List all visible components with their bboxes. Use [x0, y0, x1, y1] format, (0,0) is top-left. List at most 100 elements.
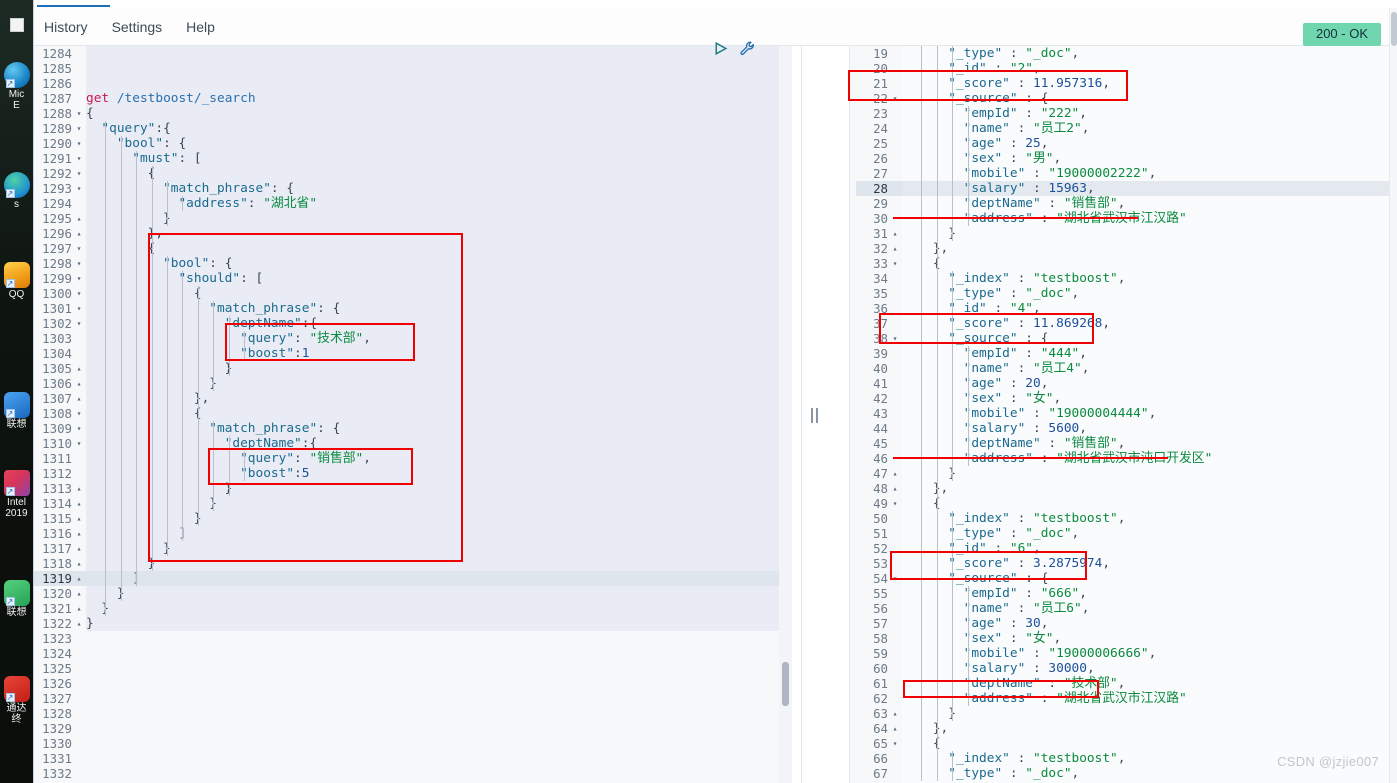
- request-scrollbar-track[interactable]: [779, 46, 792, 783]
- code-line[interactable]: }: [86, 601, 779, 616]
- code-line[interactable]: "_index" : "testboost",: [902, 271, 1390, 286]
- fold-expand-icon[interactable]: ▴: [890, 721, 900, 736]
- code-line[interactable]: "deptName" : "销售部",: [902, 436, 1390, 451]
- code-line[interactable]: [86, 661, 779, 676]
- code-line[interactable]: }: [86, 496, 779, 511]
- code-line[interactable]: [86, 61, 779, 76]
- code-line[interactable]: "mobile" : "19000002222",: [902, 166, 1390, 181]
- fold-collapse-icon[interactable]: ▾: [74, 301, 84, 316]
- fold-collapse-icon[interactable]: ▾: [890, 331, 900, 346]
- code-line[interactable]: "deptName":{: [86, 436, 779, 451]
- code-line[interactable]: "mobile" : "19000004444",: [902, 406, 1390, 421]
- play-icon[interactable]: [712, 40, 729, 57]
- code-line[interactable]: }: [86, 586, 779, 601]
- code-line[interactable]: "match_phrase": {: [86, 181, 779, 196]
- code-line[interactable]: "deptName" : "销售部",: [902, 196, 1390, 211]
- code-line[interactable]: },: [902, 721, 1390, 736]
- code-line[interactable]: [86, 691, 779, 706]
- code-line[interactable]: "salary" : 15963,: [902, 181, 1390, 196]
- code-line[interactable]: "_score" : 11.869268,: [902, 316, 1390, 331]
- desktop-icon-3[interactable]: ↗ QQ: [0, 262, 33, 300]
- fold-collapse-icon[interactable]: ▾: [74, 436, 84, 451]
- code-line[interactable]: "_source" : {: [902, 331, 1390, 346]
- pane-splitter[interactable]: [779, 46, 856, 783]
- menu-item-help[interactable]: Help: [186, 17, 215, 37]
- fold-collapse-icon[interactable]: ▾: [74, 151, 84, 166]
- code-line[interactable]: "_source" : {: [902, 91, 1390, 106]
- page-scrollbar-thumb[interactable]: [1391, 12, 1397, 46]
- code-line[interactable]: "age" : 20,: [902, 376, 1390, 391]
- code-line[interactable]: }: [902, 226, 1390, 241]
- code-line[interactable]: "deptName":{: [86, 316, 779, 331]
- wrench-icon[interactable]: [739, 40, 756, 57]
- fold-collapse-icon[interactable]: ▾: [74, 136, 84, 151]
- code-line[interactable]: "sex" : "女",: [902, 631, 1390, 646]
- menu-item-history[interactable]: History: [44, 17, 88, 37]
- desktop-icon-6[interactable]: ↗ 联想: [0, 580, 33, 618]
- code-line[interactable]: "_source" : {: [902, 571, 1390, 586]
- fold-collapse-icon[interactable]: ▾: [74, 241, 84, 256]
- code-line[interactable]: }: [902, 706, 1390, 721]
- code-line[interactable]: {: [86, 166, 779, 181]
- code-line[interactable]: "_score" : 11.957316,: [902, 76, 1390, 91]
- desktop-icon-2[interactable]: ↗ s: [0, 172, 33, 210]
- code-line[interactable]: "_type" : "_doc",: [902, 526, 1390, 541]
- code-line[interactable]: ]: [86, 526, 779, 541]
- code-line[interactable]: ]: [86, 571, 779, 586]
- code-line[interactable]: }: [86, 511, 779, 526]
- code-line[interactable]: "address" : "湖北省武汉市江汉路": [902, 211, 1390, 226]
- code-line[interactable]: get /testboost/_search: [86, 91, 779, 106]
- code-line[interactable]: "_id" : "2",: [902, 61, 1390, 76]
- code-line[interactable]: "_score" : 3.2875974,: [902, 556, 1390, 571]
- fold-expand-icon[interactable]: ▴: [74, 376, 84, 391]
- code-line[interactable]: "boost":5: [86, 466, 779, 481]
- code-line[interactable]: {: [86, 406, 779, 421]
- code-line[interactable]: "match_phrase": {: [86, 301, 779, 316]
- desktop-icon-4[interactable]: ↗ 联想: [0, 392, 33, 430]
- fold-collapse-icon[interactable]: ▾: [890, 496, 900, 511]
- code-line[interactable]: "bool": {: [86, 256, 779, 271]
- fold-expand-icon[interactable]: ▴: [74, 541, 84, 556]
- code-line[interactable]: "query":{: [86, 121, 779, 136]
- fold-expand-icon[interactable]: ▴: [74, 526, 84, 541]
- code-line[interactable]: [86, 646, 779, 661]
- code-line[interactable]: [86, 631, 779, 646]
- fold-collapse-icon[interactable]: ▾: [890, 256, 900, 271]
- code-line[interactable]: }: [86, 556, 779, 571]
- code-line[interactable]: "_id" : "4",: [902, 301, 1390, 316]
- code-line[interactable]: },: [86, 391, 779, 406]
- code-line[interactable]: }: [902, 466, 1390, 481]
- code-line[interactable]: [86, 76, 779, 91]
- request-editor-pane[interactable]: 1284 1285 1286 1287 1288 ▾ 1289 ▾ 1290 ▾ 1291 ▾ 1292…: [34, 46, 779, 783]
- code-line[interactable]: [86, 706, 779, 721]
- fold-expand-icon[interactable]: ▴: [74, 601, 84, 616]
- code-line[interactable]: "must": [: [86, 151, 779, 166]
- fold-expand-icon[interactable]: ▴: [890, 481, 900, 496]
- code-line[interactable]: "boost":1: [86, 346, 779, 361]
- fold-collapse-icon[interactable]: ▾: [74, 121, 84, 136]
- fold-expand-icon[interactable]: ▴: [74, 556, 84, 571]
- code-line[interactable]: "_index" : "testboost",: [902, 511, 1390, 526]
- code-line[interactable]: "sex" : "女",: [902, 391, 1390, 406]
- code-line[interactable]: [86, 46, 779, 61]
- fold-expand-icon[interactable]: ▴: [74, 481, 84, 496]
- code-line[interactable]: "_type" : "_doc",: [902, 286, 1390, 301]
- code-line[interactable]: "deptName" : "技术部",: [902, 676, 1390, 691]
- code-line[interactable]: {: [86, 286, 779, 301]
- desktop-icon-0[interactable]: [0, 18, 33, 33]
- code-line[interactable]: "query": "技术部",: [86, 331, 779, 346]
- fold-expand-icon[interactable]: ▴: [890, 466, 900, 481]
- code-line[interactable]: "should": [: [86, 271, 779, 286]
- fold-collapse-icon[interactable]: ▾: [74, 316, 84, 331]
- code-line[interactable]: [86, 766, 779, 781]
- fold-collapse-icon[interactable]: ▾: [74, 181, 84, 196]
- code-line[interactable]: },: [902, 481, 1390, 496]
- code-line[interactable]: "salary" : 5600,: [902, 421, 1390, 436]
- code-line[interactable]: }: [86, 211, 779, 226]
- code-line[interactable]: }: [86, 481, 779, 496]
- response-viewer-pane[interactable]: 19 20 21 22 ▾ 23 24 25 26 27 28 29 30 31 ▴ 32 ▴ 33 ▾ 34 35 36…: [856, 46, 1390, 783]
- fold-expand-icon[interactable]: ▴: [74, 361, 84, 376]
- code-line[interactable]: "_type" : "_doc",: [902, 46, 1390, 61]
- response-code[interactable]: "_type" : "_doc", "_id" : "2", "_score" …: [902, 46, 1390, 783]
- code-line[interactable]: "name" : "员工2",: [902, 121, 1390, 136]
